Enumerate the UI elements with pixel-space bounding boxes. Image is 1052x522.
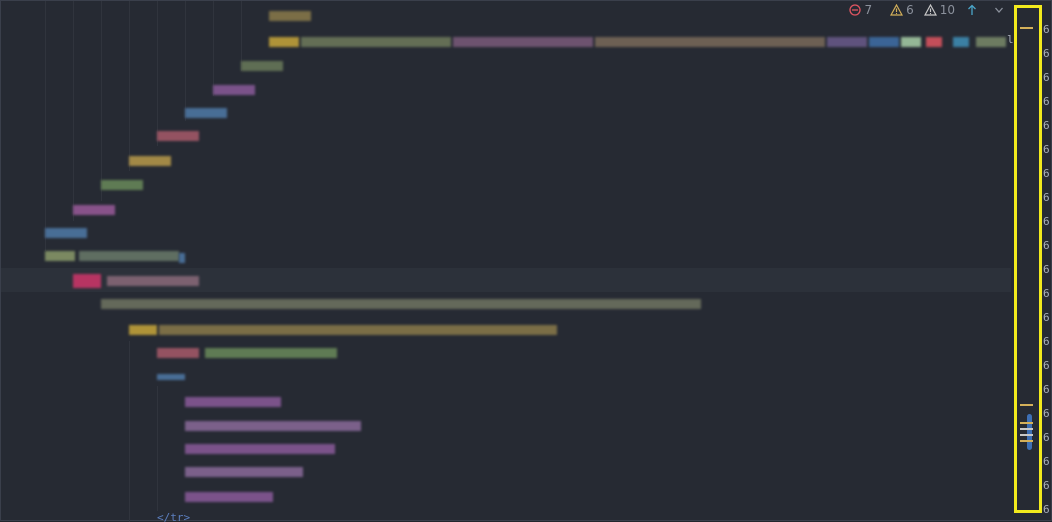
code-token <box>976 37 1006 47</box>
info-marker <box>1020 428 1033 430</box>
code-token <box>595 37 825 47</box>
code-token <box>185 492 273 502</box>
next-problem-button[interactable] <box>994 4 1007 16</box>
code-token <box>185 397 281 407</box>
warning-triangle-icon <box>890 4 904 16</box>
code-token <box>45 251 75 261</box>
code-token <box>45 228 87 238</box>
code-token <box>79 251 179 261</box>
line-numbers: 6 6 6 6 6 6 6 6 6 6 6 6 6 6 6 6 6 6 6 6 … <box>1041 1 1051 522</box>
info-count-label: 10 <box>939 3 955 17</box>
line-number: 6 <box>1043 191 1050 204</box>
closing-tag-text: </tr> <box>157 511 191 522</box>
overview-ruler-scrollbar[interactable] <box>1014 5 1042 513</box>
code-token <box>827 37 867 47</box>
line-number: 6 <box>1043 311 1050 324</box>
indent-guide <box>101 1 102 201</box>
line-number: 6 <box>1043 407 1050 420</box>
code-token <box>869 37 899 47</box>
line-number: 6 <box>1043 23 1050 36</box>
indent-guide <box>213 1 214 96</box>
line-number: 6 <box>1043 359 1050 372</box>
line-number: 6 <box>1043 239 1050 252</box>
line-number: 6 <box>1043 431 1050 444</box>
line-number: 6 <box>1043 47 1050 60</box>
code-token <box>185 108 227 118</box>
error-count[interactable]: 7 <box>849 3 872 17</box>
code-token <box>107 276 199 286</box>
indent-guide <box>185 1 186 121</box>
warning-marker <box>1020 422 1033 424</box>
code-token <box>185 421 361 431</box>
code-token <box>185 467 303 477</box>
indent-guide <box>45 1 46 251</box>
line-number: 6 <box>1043 95 1050 108</box>
code-token <box>157 348 199 358</box>
indent-guide <box>129 341 130 522</box>
previous-problem-button[interactable] <box>967 4 980 16</box>
info-count[interactable]: 10 <box>923 3 955 17</box>
line-number: 6 <box>1043 479 1050 492</box>
line-number: 6 <box>1043 287 1050 300</box>
code-token <box>269 37 299 47</box>
info-marker <box>1020 434 1033 436</box>
diagnostics-bar: 7 6 10 <box>835 1 1011 19</box>
code-token <box>73 274 101 288</box>
code-token <box>205 348 337 358</box>
line-number: 6 <box>1043 71 1050 84</box>
error-circle-icon <box>849 4 862 16</box>
line-number: 6 <box>1043 383 1050 396</box>
arrow-up-icon <box>968 4 976 15</box>
code-token <box>101 180 143 190</box>
scroll-thumb[interactable] <box>1027 414 1032 450</box>
code-token <box>901 37 921 47</box>
warning-count-label: 6 <box>906 3 914 17</box>
line-number: 6 <box>1043 503 1050 516</box>
code-token <box>129 325 157 335</box>
code-token <box>129 156 171 166</box>
code-token <box>185 444 335 454</box>
warning-count[interactable]: 6 <box>890 3 914 17</box>
line-number: 6 <box>1043 143 1050 156</box>
code-token <box>73 205 115 215</box>
code-token <box>241 61 283 71</box>
indent-guide <box>157 386 158 511</box>
code-editor[interactable]: </tr> lo 7 6 10 <box>0 0 1052 522</box>
chevron-down-icon <box>995 7 1003 13</box>
code-token <box>101 299 701 309</box>
line-number: 6 <box>1043 167 1050 180</box>
line-number: 6 <box>1043 119 1050 132</box>
code-token <box>269 11 311 21</box>
code-token <box>953 37 969 47</box>
indent-guide <box>129 1 130 171</box>
warning-marker <box>1020 440 1033 442</box>
line-number: 6 <box>1043 263 1050 276</box>
warning-marker <box>1020 27 1033 29</box>
error-count-label: 7 <box>864 3 873 17</box>
info-triangle-icon <box>923 4 937 16</box>
indent-guide <box>73 1 74 221</box>
line-number: 6 <box>1043 455 1050 468</box>
code-token <box>926 37 942 47</box>
code-token <box>159 325 557 335</box>
line-number: 6 <box>1043 335 1050 348</box>
code-token <box>157 374 185 380</box>
code-token <box>301 37 451 47</box>
code-token <box>453 37 593 47</box>
code-token <box>179 253 185 263</box>
code-token <box>157 131 199 141</box>
line-number: 6 <box>1043 215 1050 228</box>
code-area[interactable]: </tr> <box>1 1 1011 522</box>
warning-marker <box>1020 404 1033 406</box>
indent-guide <box>157 1 158 146</box>
code-token <box>213 85 255 95</box>
